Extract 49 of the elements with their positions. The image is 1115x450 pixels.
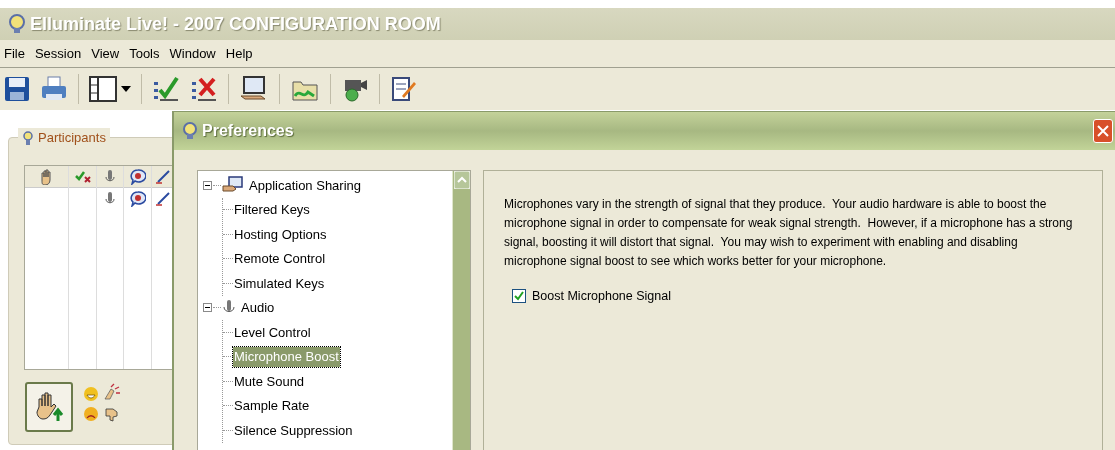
tree-item[interactable]: Remote Control — [233, 249, 327, 269]
tree-item[interactable]: Mute Sound — [233, 371, 306, 391]
checklist-x-icon[interactable] — [190, 76, 218, 102]
checklist-icon[interactable] — [152, 76, 180, 102]
raise-hand-button[interactable] — [25, 382, 73, 432]
save-icon[interactable] — [4, 76, 30, 102]
lightbulb-icon — [22, 129, 34, 146]
tree-item[interactable]: Filtered Keys — [233, 200, 311, 220]
speech-bubble-icon — [129, 191, 146, 207]
lightbulb-icon — [8, 14, 26, 34]
close-icon — [1097, 125, 1109, 137]
sad-face-icon[interactable] — [83, 406, 99, 422]
tree-item[interactable]: Level Control — [233, 322, 312, 342]
collapse-icon[interactable] — [203, 180, 212, 190]
speech-bubble-icon[interactable] — [129, 168, 146, 185]
pencil-icon — [156, 192, 170, 206]
boost-checkbox[interactable]: Boost Microphone Signal — [512, 287, 671, 306]
menu-item[interactable]: File — [4, 43, 25, 64]
check-icon — [514, 291, 524, 302]
menu-item[interactable]: Window — [169, 43, 216, 64]
collapse-icon[interactable] — [203, 303, 212, 313]
menu-item[interactable]: View — [91, 43, 120, 64]
tree-item[interactable]: Audio — [240, 298, 276, 318]
tree-item[interactable]: Hosting Options — [233, 224, 328, 244]
raised-hand-icon — [34, 391, 64, 423]
tree-item[interactable]: Silence Suppression — [233, 420, 354, 440]
dialog-title: Preferences — [202, 121, 295, 141]
layout-button[interactable] — [89, 76, 131, 102]
close-button[interactable] — [1093, 119, 1113, 143]
thumbs-down-icon[interactable] — [104, 406, 120, 422]
clapping-hands-icon[interactable] — [103, 383, 121, 401]
panel-title: Participants — [38, 129, 106, 147]
description-text: Microphones vary in the strength of signal that they produce. Your audio hardware is able to boost the microphone signal in order to compensate for weak signal strength. However, if a microphone has a strong signal, boosting it will distort that signal. You may wish to experiment with enabling and disabling microphone signal boost to see which works better for your microphone. — [504, 196, 1074, 270]
menu-item[interactable]: Help — [225, 43, 253, 64]
caret-icon — [121, 86, 131, 92]
scrollbar[interactable] — [452, 171, 470, 450]
lightbulb-icon — [182, 122, 198, 140]
tree-item[interactable]: Simulated Keys — [233, 273, 326, 293]
window-title: Elluminate Live! - 2007 CONFIGURATION ROOM — [30, 12, 441, 36]
tree-item[interactable]: Sample Rate — [233, 396, 311, 416]
menu-item[interactable]: Tools — [129, 43, 160, 64]
print-icon[interactable] — [40, 76, 68, 102]
shared-screen-icon — [222, 176, 244, 195]
notepad-icon[interactable] — [390, 76, 416, 102]
tree-item[interactable]: Application Sharing — [248, 175, 363, 195]
pencil-icon[interactable] — [156, 169, 170, 184]
menu-item[interactable]: Session — [34, 43, 82, 64]
check-x-icon[interactable] — [74, 170, 91, 183]
layout-icon — [89, 76, 117, 102]
